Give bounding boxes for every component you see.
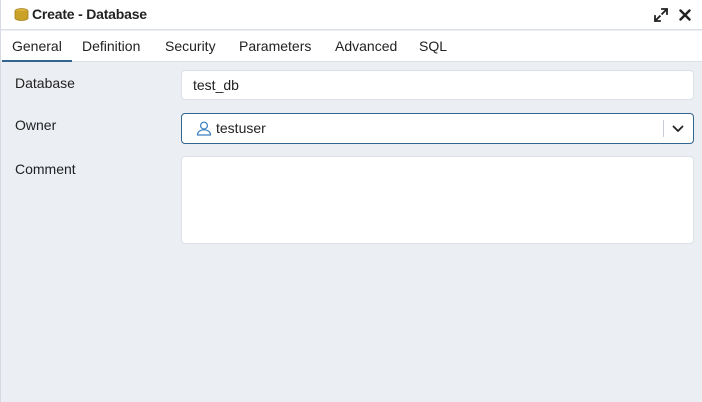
create-database-dialog: Create - Database General Definition Sec…	[0, 0, 702, 402]
tab-security[interactable]: Security	[165, 31, 216, 62]
database-icon	[14, 8, 29, 21]
comment-label: Comment	[15, 161, 76, 177]
database-label: Database	[15, 75, 75, 91]
select-separator	[663, 120, 664, 137]
expand-icon	[654, 8, 668, 22]
expand-button[interactable]	[652, 6, 670, 24]
user-icon	[196, 121, 212, 136]
tab-general[interactable]: General	[2, 31, 72, 62]
tab-parameters[interactable]: Parameters	[239, 31, 311, 62]
close-button[interactable]	[676, 6, 694, 24]
close-icon	[679, 9, 691, 21]
chevron-down-icon	[672, 125, 684, 132]
dialog-title: Create - Database	[32, 6, 147, 22]
tab-sql[interactable]: SQL	[419, 31, 447, 62]
database-name-input[interactable]: test_db	[181, 70, 694, 100]
tab-advanced[interactable]: Advanced	[335, 31, 397, 62]
comment-textarea[interactable]	[181, 156, 694, 244]
tab-definition[interactable]: Definition	[82, 31, 140, 62]
dialog-titlebar[interactable]: Create - Database	[1, 0, 702, 30]
owner-dropdown-toggle[interactable]	[669, 120, 687, 138]
owner-select[interactable]: testuser	[181, 113, 694, 144]
owner-label: Owner	[15, 117, 57, 133]
owner-value: testuser	[216, 120, 266, 136]
tab-bar: General Definition Security Parameters A…	[1, 31, 702, 62]
